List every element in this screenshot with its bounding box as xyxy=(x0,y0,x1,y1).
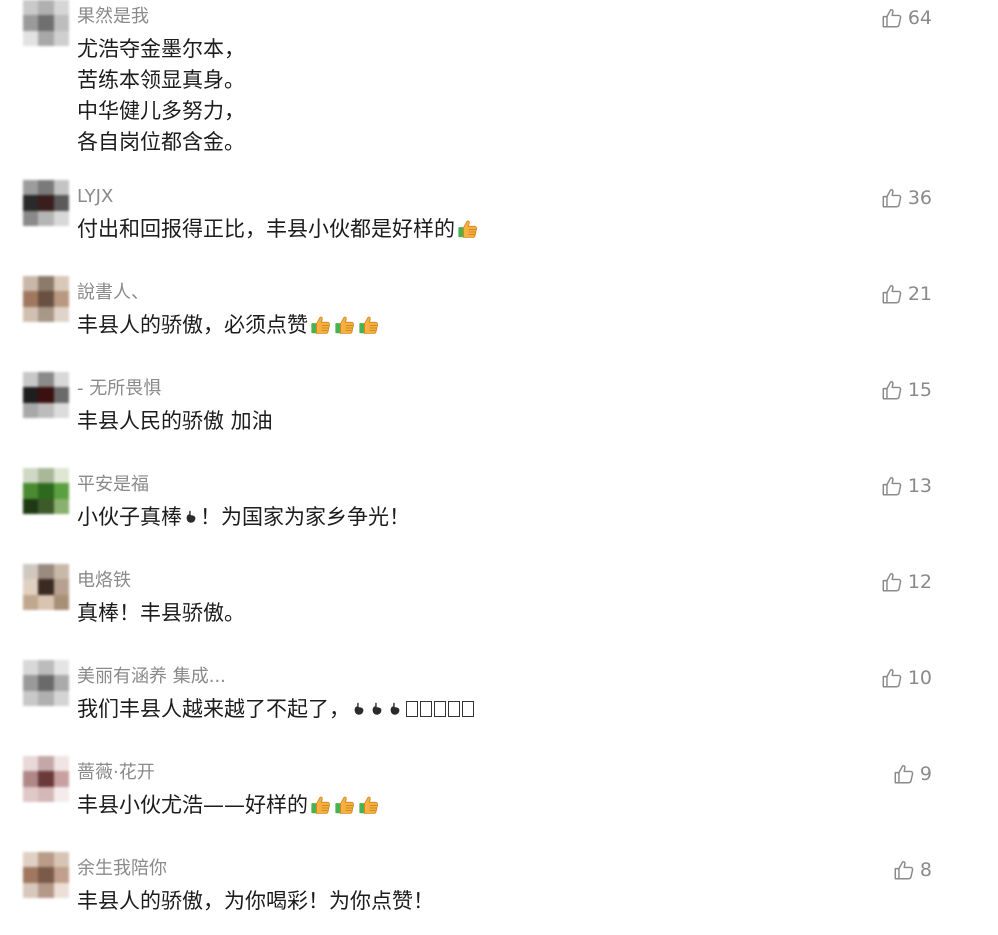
comment-text-segment: 丰县人的骄傲，为你喝彩！为你点赞！ xyxy=(77,889,434,913)
comment-text-line: 苦练本领显真身。 xyxy=(77,65,245,96)
pointing-finger-emoji-icon xyxy=(388,694,402,715)
like-count: 21 xyxy=(907,283,932,305)
comment-text-segment: 尤浩夺金墨尔本， xyxy=(77,37,245,61)
avatar[interactable] xyxy=(23,180,69,226)
comment-text-line: 中华健儿多努力， xyxy=(77,96,245,127)
thumbs-up-outline-icon[interactable] xyxy=(881,187,903,209)
thumbs-up-emoji-icon xyxy=(457,218,479,240)
comment-text-segment: 丰县人的骄傲，必须点赞 xyxy=(77,313,308,337)
comment-text-segment: 各自岗位都含金。 xyxy=(77,130,245,154)
comment-text-segment: 中华健儿多努力， xyxy=(77,99,245,123)
like-button[interactable]: 64 xyxy=(881,6,932,30)
comment-nickname[interactable]: 果然是我 xyxy=(77,6,149,28)
avatar[interactable] xyxy=(23,0,69,46)
comment-text-line: 丰县小伙尤浩——好样的 xyxy=(77,790,380,821)
comment-nickname[interactable]: - 无所畏惧 xyxy=(77,378,161,400)
thumbs-up-emoji-icon xyxy=(310,794,332,816)
thumbs-up-outline-icon[interactable] xyxy=(893,859,915,881)
like-button[interactable]: 13 xyxy=(881,474,932,498)
missing-glyph-box xyxy=(406,701,418,717)
comment-text-line: 丰县人民的骄傲 加油 xyxy=(77,406,273,437)
like-button[interactable]: 10 xyxy=(881,666,932,690)
comment-text: 小伙子真棒 ！为国家为家乡争光！ xyxy=(77,502,410,533)
like-button[interactable]: 21 xyxy=(881,282,932,306)
comment-nickname[interactable]: LYJX xyxy=(77,186,113,208)
comment-nickname[interactable]: 平安是福 xyxy=(77,474,149,496)
comment-text-segment: 丰县小伙尤浩——好样的 xyxy=(77,793,308,817)
thumbs-up-outline-icon[interactable] xyxy=(881,667,903,689)
pointing-finger-emoji-icon xyxy=(352,694,366,715)
comment-text-segment: 我们丰县人越来越了不起了， xyxy=(77,697,350,721)
comment-text: 丰县小伙尤浩——好样的 xyxy=(77,790,380,821)
comment-text-line: 丰县人的骄傲，必须点赞 xyxy=(77,310,380,341)
avatar[interactable] xyxy=(23,276,69,322)
avatar[interactable] xyxy=(23,660,69,706)
comment-nickname[interactable]: 美丽有涵养 集成... xyxy=(77,666,226,688)
like-count: 64 xyxy=(907,7,932,29)
like-count: 13 xyxy=(907,475,932,497)
like-button[interactable]: 36 xyxy=(881,186,932,210)
thumbs-up-outline-icon[interactable] xyxy=(881,571,903,593)
missing-glyph-box xyxy=(462,701,474,717)
like-count: 36 xyxy=(907,187,932,209)
avatar[interactable] xyxy=(23,372,69,418)
missing-glyph-box xyxy=(448,701,460,717)
avatar[interactable] xyxy=(23,756,69,802)
comment-text-segment: 丰县人民的骄傲 加油 xyxy=(77,409,273,433)
thumbs-up-emoji-icon xyxy=(334,314,356,336)
comment-nickname[interactable]: 說書人、 xyxy=(77,282,149,304)
comment-text: 我们丰县人越来越了不起了， xyxy=(77,694,474,725)
like-count: 8 xyxy=(919,859,932,881)
comment-nickname[interactable]: 蔷薇·花开 xyxy=(77,762,155,784)
thumbs-up-outline-icon[interactable] xyxy=(881,7,903,29)
comment-text-segment: 付出和回报得正比，丰县小伙都是好样的 xyxy=(77,217,455,241)
comment-text-line: 丰县人的骄傲，为你喝彩！为你点赞！ xyxy=(77,886,434,917)
like-count: 15 xyxy=(907,379,932,401)
avatar[interactable] xyxy=(23,852,69,898)
like-count: 12 xyxy=(907,571,932,593)
like-button[interactable]: 12 xyxy=(881,570,932,594)
thumbs-up-emoji-icon xyxy=(334,794,356,816)
comment-text: 真棒！丰县骄傲。 xyxy=(77,598,245,629)
comment-text-line: 各自岗位都含金。 xyxy=(77,127,245,158)
avatar[interactable] xyxy=(23,564,69,610)
comment-list: 果然是我尤浩夺金墨尔本， 苦练本领显真身。 中华健儿多努力， 各自岗位都含金。 64 LY… xyxy=(0,0,998,935)
thumbs-up-outline-icon[interactable] xyxy=(893,763,915,785)
comment-text-line: 尤浩夺金墨尔本， xyxy=(77,34,245,65)
missing-glyph-box xyxy=(434,701,446,717)
comment-text: 丰县人的骄傲，为你喝彩！为你点赞！ xyxy=(77,886,434,917)
comment-text-segment: 小伙子真棒 xyxy=(77,505,182,529)
like-button[interactable]: 9 xyxy=(893,762,932,786)
comment-text: 付出和回报得正比，丰县小伙都是好样的 xyxy=(77,214,479,245)
avatar[interactable] xyxy=(23,468,69,514)
comment-nickname[interactable]: 电烙铁 xyxy=(77,570,131,592)
comment-text: 丰县人的骄傲，必须点赞 xyxy=(77,310,380,341)
like-count: 10 xyxy=(907,667,932,689)
thumbs-up-emoji-icon xyxy=(358,794,380,816)
like-count: 9 xyxy=(919,763,932,785)
comment-text: 尤浩夺金墨尔本， 苦练本领显真身。 中华健儿多努力， 各自岗位都含金。 xyxy=(77,34,245,158)
comment-nickname[interactable]: 余生我陪你 xyxy=(77,858,167,880)
missing-glyph-box xyxy=(420,701,432,717)
thumbs-up-emoji-icon xyxy=(310,314,332,336)
thumbs-up-outline-icon[interactable] xyxy=(881,475,903,497)
like-button[interactable]: 15 xyxy=(881,378,932,402)
comment-text-line: 付出和回报得正比，丰县小伙都是好样的 xyxy=(77,214,479,245)
comment-text-segment: 苦练本领显真身。 xyxy=(77,68,245,92)
thumbs-up-outline-icon[interactable] xyxy=(881,283,903,305)
comment-text-line: 小伙子真棒 ！为国家为家乡争光！ xyxy=(77,502,410,533)
pointing-finger-emoji-icon xyxy=(184,502,198,523)
comment-text-segment: 真棒！丰县骄傲。 xyxy=(77,601,245,625)
comment-text-line: 真棒！丰县骄傲。 xyxy=(77,598,245,629)
like-button[interactable]: 8 xyxy=(893,858,932,882)
comment-text: 丰县人民的骄傲 加油 xyxy=(77,406,273,437)
comment-text-segment: ！为国家为家乡争光！ xyxy=(200,505,410,529)
thumbs-up-outline-icon[interactable] xyxy=(881,379,903,401)
comment-text-line: 我们丰县人越来越了不起了， xyxy=(77,694,474,725)
pointing-finger-emoji-icon xyxy=(370,694,384,715)
thumbs-up-emoji-icon xyxy=(358,314,380,336)
